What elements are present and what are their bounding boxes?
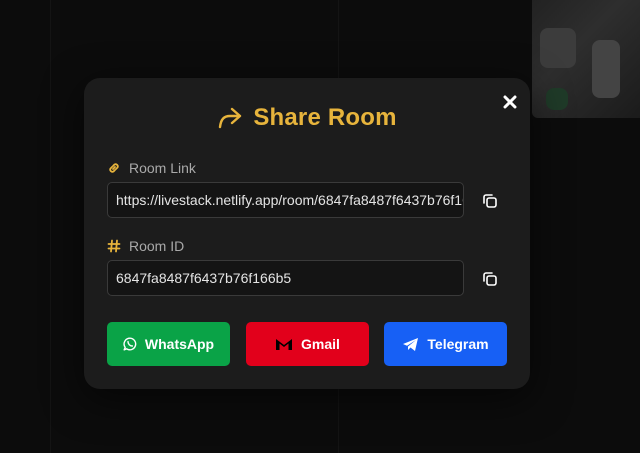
modal-title: Share Room	[253, 104, 397, 131]
hash-icon	[107, 239, 121, 253]
telegram-label: Telegram	[427, 336, 489, 352]
room-id-label: Room ID	[129, 238, 185, 254]
whatsapp-share-button[interactable]: WhatsApp	[107, 322, 230, 366]
whatsapp-label: WhatsApp	[144, 336, 215, 352]
copy-room-id-button[interactable]	[480, 269, 500, 289]
gmail-share-button[interactable]: Gmail	[246, 322, 369, 366]
background-video-thumbnail	[532, 0, 640, 118]
telegram-icon	[403, 337, 419, 351]
gmail-label: Gmail	[301, 336, 340, 352]
share-room-modal: Share Room Room Link https://livestack.n…	[84, 78, 530, 389]
link-icon	[109, 163, 119, 173]
room-link-label-row: Room Link	[107, 160, 196, 176]
gmail-icon	[276, 339, 293, 350]
whatsapp-icon	[123, 337, 137, 351]
room-id-label-row: Room ID	[107, 238, 184, 254]
background-divider	[50, 0, 51, 453]
modal-header: Share Room	[84, 104, 530, 132]
copy-icon	[483, 272, 497, 286]
copy-room-link-button[interactable]	[480, 191, 500, 211]
room-link-label: Room Link	[129, 160, 196, 176]
room-link-field[interactable]: https://livestack.netlify.app/room/6847f…	[107, 182, 464, 218]
room-id-field[interactable]: 6847fa8487f6437b76f166b5	[107, 260, 464, 296]
telegram-share-button[interactable]: Telegram	[384, 322, 507, 366]
share-icon	[219, 107, 242, 129]
copy-icon	[483, 194, 497, 208]
